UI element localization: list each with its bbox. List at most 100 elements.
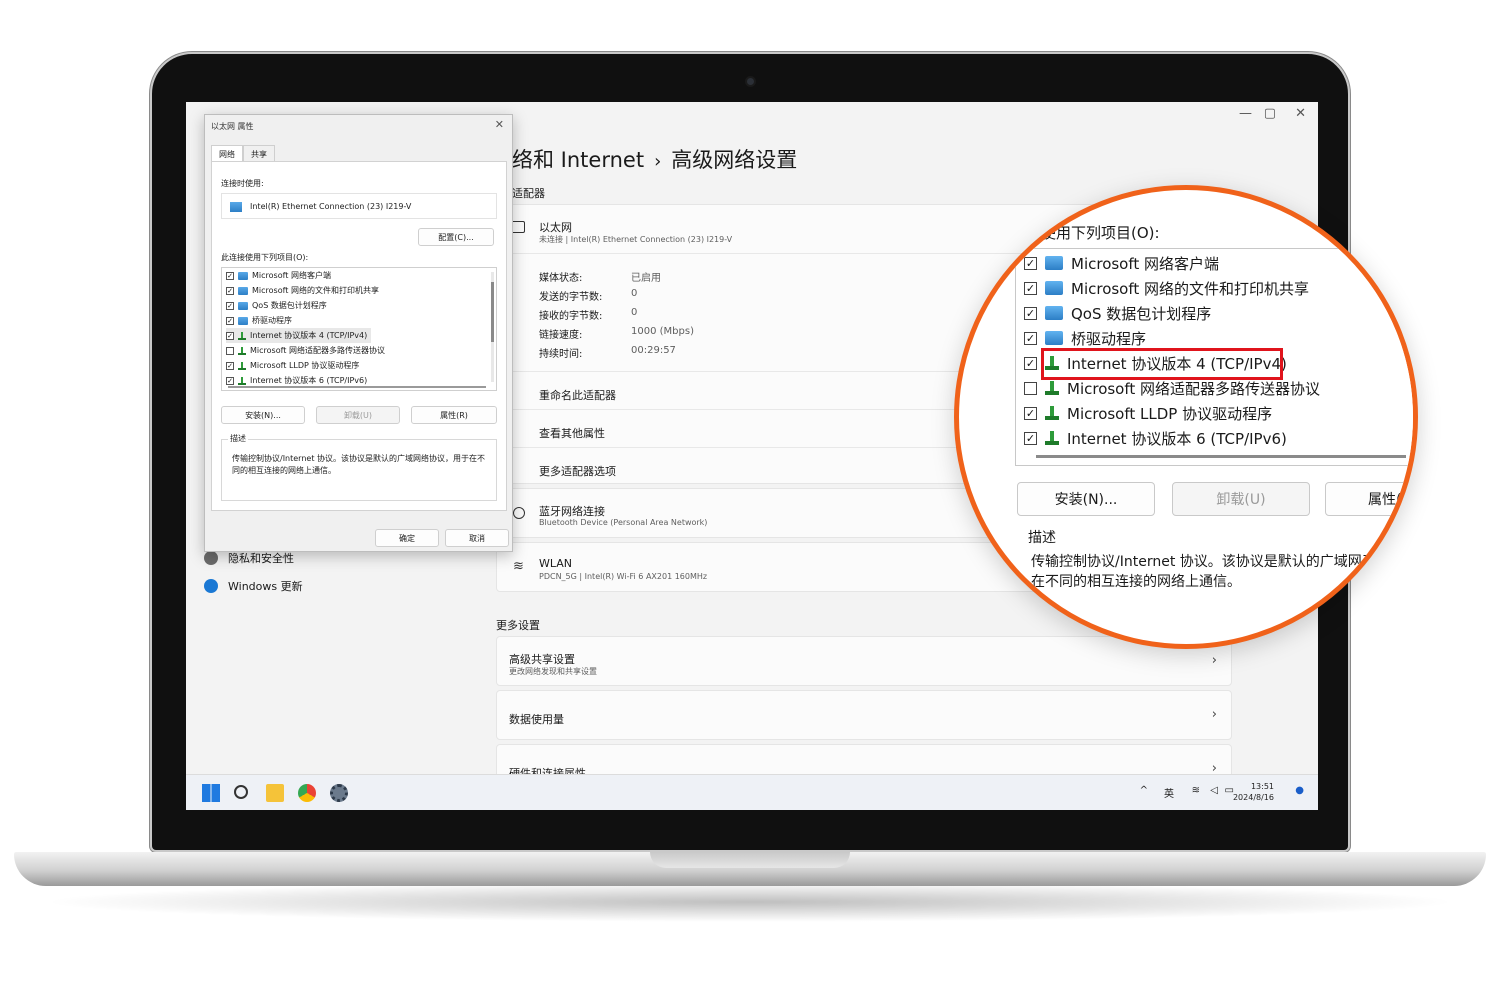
maximize-button[interactable]: ▢ xyxy=(1264,106,1276,121)
more-adapter-options-link[interactable]: 更多适配器选项 xyxy=(539,463,616,479)
list-item[interactable]: ✓ 桥驱动程序 xyxy=(226,313,292,328)
horizontal-scrollbar[interactable] xyxy=(228,386,486,388)
list-item[interactable]: ✓ Microsoft 网络客户端 xyxy=(226,268,331,283)
zoom-items-label: 使用下列项目(O): xyxy=(1041,224,1160,242)
minimize-button[interactable]: — xyxy=(1239,106,1252,121)
clock[interactable]: 13:51 2024/8/16 xyxy=(1233,781,1274,803)
clock-time: 13:51 xyxy=(1250,782,1274,791)
more-title: 高级共享设置 xyxy=(509,653,575,666)
checkbox[interactable]: ✓ xyxy=(226,286,234,295)
zoom-list-item: ✓ 桥驱动程序 xyxy=(1024,326,1146,350)
clock-date: 2024/8/16 xyxy=(1232,793,1274,802)
adapter-icon xyxy=(230,202,242,212)
configure-button[interactable]: 配置(C)... xyxy=(418,228,494,246)
zoom-magnifier: 使用下列项目(O): ✓ Microsoft 网络客户端 ✓ Microsoft 网… xyxy=(954,185,1418,649)
items-list: ✓ Microsoft 网络客户端 ✓ Microsoft 网络的文件和打印机共享 … xyxy=(221,267,497,391)
properties-button[interactable]: 属性(R) xyxy=(411,406,497,424)
zoom-install-button: 安装(N)... xyxy=(1017,482,1155,516)
start-icon[interactable] xyxy=(202,784,220,802)
sidebar-item-windows-update[interactable]: Windows 更新 xyxy=(204,578,303,594)
more-title: 数据使用量 xyxy=(509,713,564,726)
checkbox: ✓ xyxy=(1024,306,1037,320)
zoom-horizontal-scrollbar xyxy=(1036,455,1406,458)
laptop-notch xyxy=(650,852,850,868)
zoom-content: 使用下列项目(O): ✓ Microsoft 网络客户端 ✓ Microsoft 网… xyxy=(959,190,1413,644)
chevron-right-icon: › xyxy=(1211,653,1217,668)
file-sharing-icon xyxy=(1045,281,1063,295)
list-item[interactable]: ✓ Microsoft LLDP 协议驱动程序 xyxy=(226,358,359,373)
globe-icon xyxy=(513,507,525,519)
prop-value: 1000 (Mbps) xyxy=(631,326,694,337)
cancel-button[interactable]: 取消 xyxy=(445,529,509,547)
qos-icon xyxy=(238,301,248,310)
dialog-panel: 连接时使用: Intel(R) Ethernet Connection (23)… xyxy=(211,161,507,511)
item-label: QoS 数据包计划程序 xyxy=(1071,304,1212,323)
window-close-button[interactable]: ✕ xyxy=(1295,106,1306,121)
prop-value: 00:29:57 xyxy=(631,345,676,356)
ethernet-properties-dialog: 以太网 属性 ✕ 网络 共享 连接时使用: Intel(R) Ethernet … xyxy=(204,114,513,552)
breadcrumb-parent[interactable]: 络和 Internet xyxy=(512,148,644,172)
bluetooth-sub: Bluetooth Device (Personal Area Network) xyxy=(539,518,708,527)
vertical-scrollbar[interactable] xyxy=(491,272,494,382)
data-usage-card[interactable]: 数据使用量 › xyxy=(496,690,1232,740)
checkbox: ✓ xyxy=(1024,256,1037,270)
rename-adapter-link[interactable]: 重命名此适配器 xyxy=(539,387,616,403)
item-label: Microsoft 网络的文件和打印机共享 xyxy=(1071,279,1310,298)
list-item[interactable]: ✓ QoS 数据包计划程序 xyxy=(226,298,327,313)
zoom-list-item: ✓ Microsoft LLDP 协议驱动程序 xyxy=(1024,401,1272,425)
chrome-icon[interactable] xyxy=(298,784,316,802)
item-label: Internet 协议版本 4 (TCP/IPv4) xyxy=(250,331,368,340)
install-button[interactable]: 安装(N)... xyxy=(221,406,305,424)
checkbox[interactable]: ✓ xyxy=(226,361,234,370)
ethernet-sub: 未连接 | Intel(R) Ethernet Connection (23) … xyxy=(539,235,733,244)
bridge-icon xyxy=(1045,331,1063,345)
file-explorer-icon[interactable] xyxy=(266,784,284,802)
protocol-icon xyxy=(238,331,246,340)
bridge-icon xyxy=(238,316,248,325)
zoom-list-item: ✓ Microsoft 网络客户端 xyxy=(1024,251,1219,275)
notification-bell-icon[interactable]: ● xyxy=(1295,785,1304,796)
wlan-name: WLAN xyxy=(539,557,573,570)
zoom-list-item: ✓ Internet 协议版本 6 (TCP/IPv6) xyxy=(1024,426,1287,450)
uninstall-button[interactable]: 卸载(U) xyxy=(316,406,400,424)
checkbox[interactable]: ✓ xyxy=(226,316,234,325)
item-label: 桥驱动程序 xyxy=(1071,329,1147,348)
list-item-selected[interactable]: ✓ Internet 协议版本 4 (TCP/IPv4) xyxy=(226,328,372,343)
dialog-close-button[interactable]: ✕ xyxy=(495,118,504,131)
view-properties-link[interactable]: 查看其他属性 xyxy=(539,425,605,441)
zoom-description-title: 描述 xyxy=(1025,527,1059,547)
zoom-list-item: ✓ QoS 数据包计划程序 xyxy=(1024,301,1211,325)
list-item[interactable]: Microsoft 网络适配器多路传送器协议 xyxy=(226,343,385,358)
chevron-right-icon: › xyxy=(1211,707,1217,722)
checkbox: ✓ xyxy=(1024,431,1037,445)
sidebar-item-privacy[interactable]: 隐私和安全性 xyxy=(204,550,294,566)
tray-chevron-icon[interactable]: ^ xyxy=(1140,785,1148,796)
protocol-icon xyxy=(1045,381,1059,395)
ime-indicator[interactable]: 英 xyxy=(1164,785,1174,800)
settings-gear-icon[interactable] xyxy=(330,784,348,802)
zoom-uninstall-button: 卸载(U) xyxy=(1172,482,1310,516)
webcam xyxy=(745,76,756,87)
bluetooth-name: 蓝牙网络连接 xyxy=(539,505,605,518)
prop-key: 媒体状态: xyxy=(539,273,583,284)
description-title: 描述 xyxy=(228,433,248,444)
checkbox[interactable]: ✓ xyxy=(226,301,234,310)
items-label: 此连接使用下列项目(O): xyxy=(221,253,309,262)
checkbox xyxy=(1024,381,1037,395)
sidebar-item-label: 隐私和安全性 xyxy=(228,552,294,565)
search-icon[interactable] xyxy=(234,785,248,799)
checkbox: ✓ xyxy=(1024,331,1037,345)
wifi-tray-icon[interactable]: ≋ xyxy=(1192,785,1200,796)
checkbox[interactable]: ✓ xyxy=(226,331,234,340)
ok-button[interactable]: 确定 xyxy=(375,529,439,547)
zoom-description-text: 传输控制协议/Internet 协议。该协议是默认的广域网于在不同的相互连接的网… xyxy=(1031,554,1376,590)
item-label: Internet 协议版本 6 (TCP/IPv6) xyxy=(1067,429,1287,448)
dialog-title: 以太网 属性 xyxy=(211,122,254,131)
adapter-name: Intel(R) Ethernet Connection (23) I219-V xyxy=(250,202,412,211)
checkbox[interactable]: ✓ xyxy=(226,271,234,280)
checkbox[interactable] xyxy=(226,346,234,355)
checkbox[interactable]: ✓ xyxy=(226,376,234,385)
volume-icon[interactable]: ◁ xyxy=(1210,785,1218,796)
list-item[interactable]: ✓ Microsoft 网络的文件和打印机共享 xyxy=(226,283,379,298)
prop-key: 发送的字节数: xyxy=(539,292,603,303)
